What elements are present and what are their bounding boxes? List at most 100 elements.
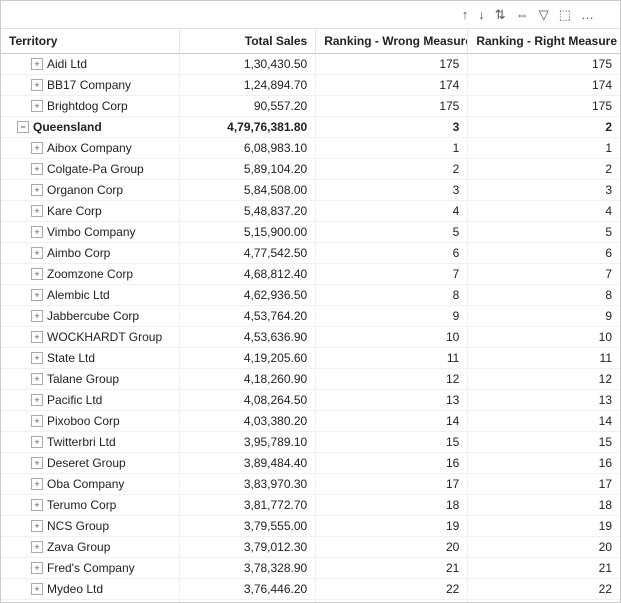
expand-plus-icon[interactable]: + bbox=[31, 79, 43, 91]
expand-plus-icon[interactable]: + bbox=[31, 289, 43, 301]
expand-plus-icon[interactable]: + bbox=[31, 499, 43, 511]
territory-name: Fred's Company bbox=[47, 561, 135, 575]
expand-plus-icon[interactable]: + bbox=[31, 520, 43, 532]
right-measure-value: 4 bbox=[468, 201, 620, 222]
filter-icon[interactable]: ▽ bbox=[537, 5, 551, 25]
territory-name: Aidi Ltd bbox=[47, 57, 87, 71]
expand-plus-icon[interactable]: + bbox=[31, 457, 43, 469]
sales-value: 5,15,900.00 bbox=[179, 222, 315, 243]
wrong-measure-value: 7 bbox=[316, 264, 468, 285]
sort-desc-icon[interactable]: ↓ bbox=[476, 5, 487, 24]
expand-plus-icon[interactable]: + bbox=[31, 331, 43, 343]
wrong-measure-value: 14 bbox=[316, 411, 468, 432]
sales-value: 4,77,542.50 bbox=[179, 243, 315, 264]
expand-plus-icon[interactable]: + bbox=[31, 373, 43, 385]
right-measure-value: 15 bbox=[468, 432, 620, 453]
territory-name: Deseret Group bbox=[47, 456, 126, 470]
expand-plus-icon[interactable]: + bbox=[31, 142, 43, 154]
sales-value: 1,24,894.70 bbox=[179, 75, 315, 96]
sales-value: 3,83,970.30 bbox=[179, 474, 315, 495]
wrong-measure-value: 174 bbox=[316, 75, 468, 96]
table-row: +Zava Group3,79,012.302020 bbox=[1, 537, 620, 558]
sales-value: 3,75,836.50 bbox=[179, 600, 315, 603]
territory-cell: +Jabbercube Corp bbox=[1, 306, 179, 327]
sales-value: 4,18,260.90 bbox=[179, 369, 315, 390]
table-row: +Aibox Company6,08,983.1011 bbox=[1, 138, 620, 159]
territory-cell: +Aibox Company bbox=[1, 138, 179, 159]
territory-name: Aimbo Corp bbox=[47, 246, 110, 260]
sales-value: 5,84,508.00 bbox=[179, 180, 315, 201]
territory-name: Brightdog Corp bbox=[47, 99, 128, 113]
expand-plus-icon[interactable]: + bbox=[31, 184, 43, 196]
territory-cell: +WOCKHARDT Group bbox=[1, 327, 179, 348]
territory-cell: +Pacific Ltd bbox=[1, 390, 179, 411]
territory-cell: + Terumo Corp bbox=[1, 495, 179, 516]
expand-plus-icon[interactable]: + bbox=[31, 436, 43, 448]
territory-cell: + Aidi Ltd bbox=[1, 54, 179, 75]
expand-plus-icon[interactable]: + bbox=[31, 394, 43, 406]
table-wrapper[interactable]: Territory Total Sales Ranking - Wrong Me… bbox=[1, 29, 620, 602]
expand-plus-icon[interactable]: + bbox=[31, 562, 43, 574]
col-header-sales[interactable]: Total Sales bbox=[179, 29, 315, 54]
right-measure-value: 23 bbox=[468, 600, 620, 603]
expand-plus-icon[interactable]: + bbox=[31, 205, 43, 217]
expand-plus-icon[interactable]: + bbox=[31, 247, 43, 259]
right-measure-value: 18 bbox=[468, 495, 620, 516]
expand-plus-icon[interactable]: + bbox=[31, 478, 43, 490]
wrong-measure-value: 12 bbox=[316, 369, 468, 390]
table-row: +Colgate-Pa Group5,89,104.2022 bbox=[1, 159, 620, 180]
sales-value: 3,76,446.20 bbox=[179, 579, 315, 600]
header-row: Territory Total Sales Ranking - Wrong Me… bbox=[1, 29, 620, 54]
territory-cell: +State Ltd bbox=[1, 348, 179, 369]
territory-cell: +BB17 Company bbox=[1, 75, 179, 96]
expand-plus-icon[interactable]: + bbox=[31, 163, 43, 175]
territory-cell: + Brightdog Corp bbox=[1, 96, 179, 117]
expand-plus-icon[interactable]: + bbox=[31, 58, 43, 70]
territory-cell: +Talane Group bbox=[1, 369, 179, 390]
table-body: +Aidi Ltd1,30,430.50175175+BB17 Company1… bbox=[1, 54, 620, 603]
sales-value: 5,48,837.20 bbox=[179, 201, 315, 222]
territory-name: Alembic Ltd bbox=[47, 288, 110, 302]
expand-plus-icon[interactable]: + bbox=[31, 226, 43, 238]
sort-asc-icon[interactable]: ↑ bbox=[460, 5, 471, 24]
territory-name: Mydeo Ltd bbox=[47, 582, 103, 596]
expand-plus-icon[interactable]: + bbox=[31, 583, 43, 595]
expand-plus-icon[interactable]: + bbox=[31, 268, 43, 280]
expand-plus-icon[interactable]: + bbox=[31, 415, 43, 427]
table-row: +Organon Corp5,84,508.0033 bbox=[1, 180, 620, 201]
right-measure-value: 14 bbox=[468, 411, 620, 432]
sales-value: 90,557.20 bbox=[179, 96, 315, 117]
grid-icon[interactable]: ⬚ bbox=[557, 5, 573, 25]
collapse-minus-icon[interactable]: − bbox=[17, 121, 29, 133]
data-table: Territory Total Sales Ranking - Wrong Me… bbox=[1, 29, 620, 602]
main-container: ↑ ↓ ⇅ ⇔ ▽ ⬚ … Territory Total Sales Rank… bbox=[0, 0, 621, 603]
table-row: +Aimbo Corp4,77,542.5066 bbox=[1, 243, 620, 264]
sort-both-icon[interactable]: ⇅ bbox=[493, 5, 508, 25]
sales-value: 1,30,430.50 bbox=[179, 54, 315, 75]
more-icon[interactable]: … bbox=[579, 5, 596, 24]
expand-plus-icon[interactable]: + bbox=[31, 310, 43, 322]
territory-name: Zava Group bbox=[47, 540, 110, 554]
wrong-measure-value: 9 bbox=[316, 306, 468, 327]
wrong-measure-value: 21 bbox=[316, 558, 468, 579]
table-row: +Twitterbri Ltd3,95,789.101515 bbox=[1, 432, 620, 453]
col-header-territory[interactable]: Territory bbox=[1, 29, 179, 54]
territory-cell: +Colgate-Pa Group bbox=[1, 159, 179, 180]
col-header-right[interactable]: Ranking - Right Measure bbox=[468, 29, 620, 54]
territory-name: NCS Group bbox=[47, 519, 109, 533]
expand-plus-icon[interactable]: + bbox=[31, 100, 43, 112]
expand-plus-icon[interactable]: + bbox=[31, 541, 43, 553]
expand-icon[interactable]: ⇔ bbox=[514, 5, 531, 24]
right-measure-value: 2 bbox=[468, 159, 620, 180]
table-row: +Pfizer Corp3,75,836.502323 bbox=[1, 600, 620, 603]
territory-cell: +Pixoboo Corp bbox=[1, 411, 179, 432]
expand-plus-icon[interactable]: + bbox=[31, 352, 43, 364]
wrong-measure-value: 23 bbox=[316, 600, 468, 603]
territory-name: Vimbo Company bbox=[47, 225, 136, 239]
sales-value: 4,08,264.50 bbox=[179, 390, 315, 411]
territory-name: Terumo Corp bbox=[47, 498, 116, 512]
right-measure-value: 6 bbox=[468, 243, 620, 264]
sales-value: 4,19,205.60 bbox=[179, 348, 315, 369]
territory-cell: + NCS Group bbox=[1, 516, 179, 537]
col-header-wrong[interactable]: Ranking - Wrong Measure bbox=[316, 29, 468, 54]
